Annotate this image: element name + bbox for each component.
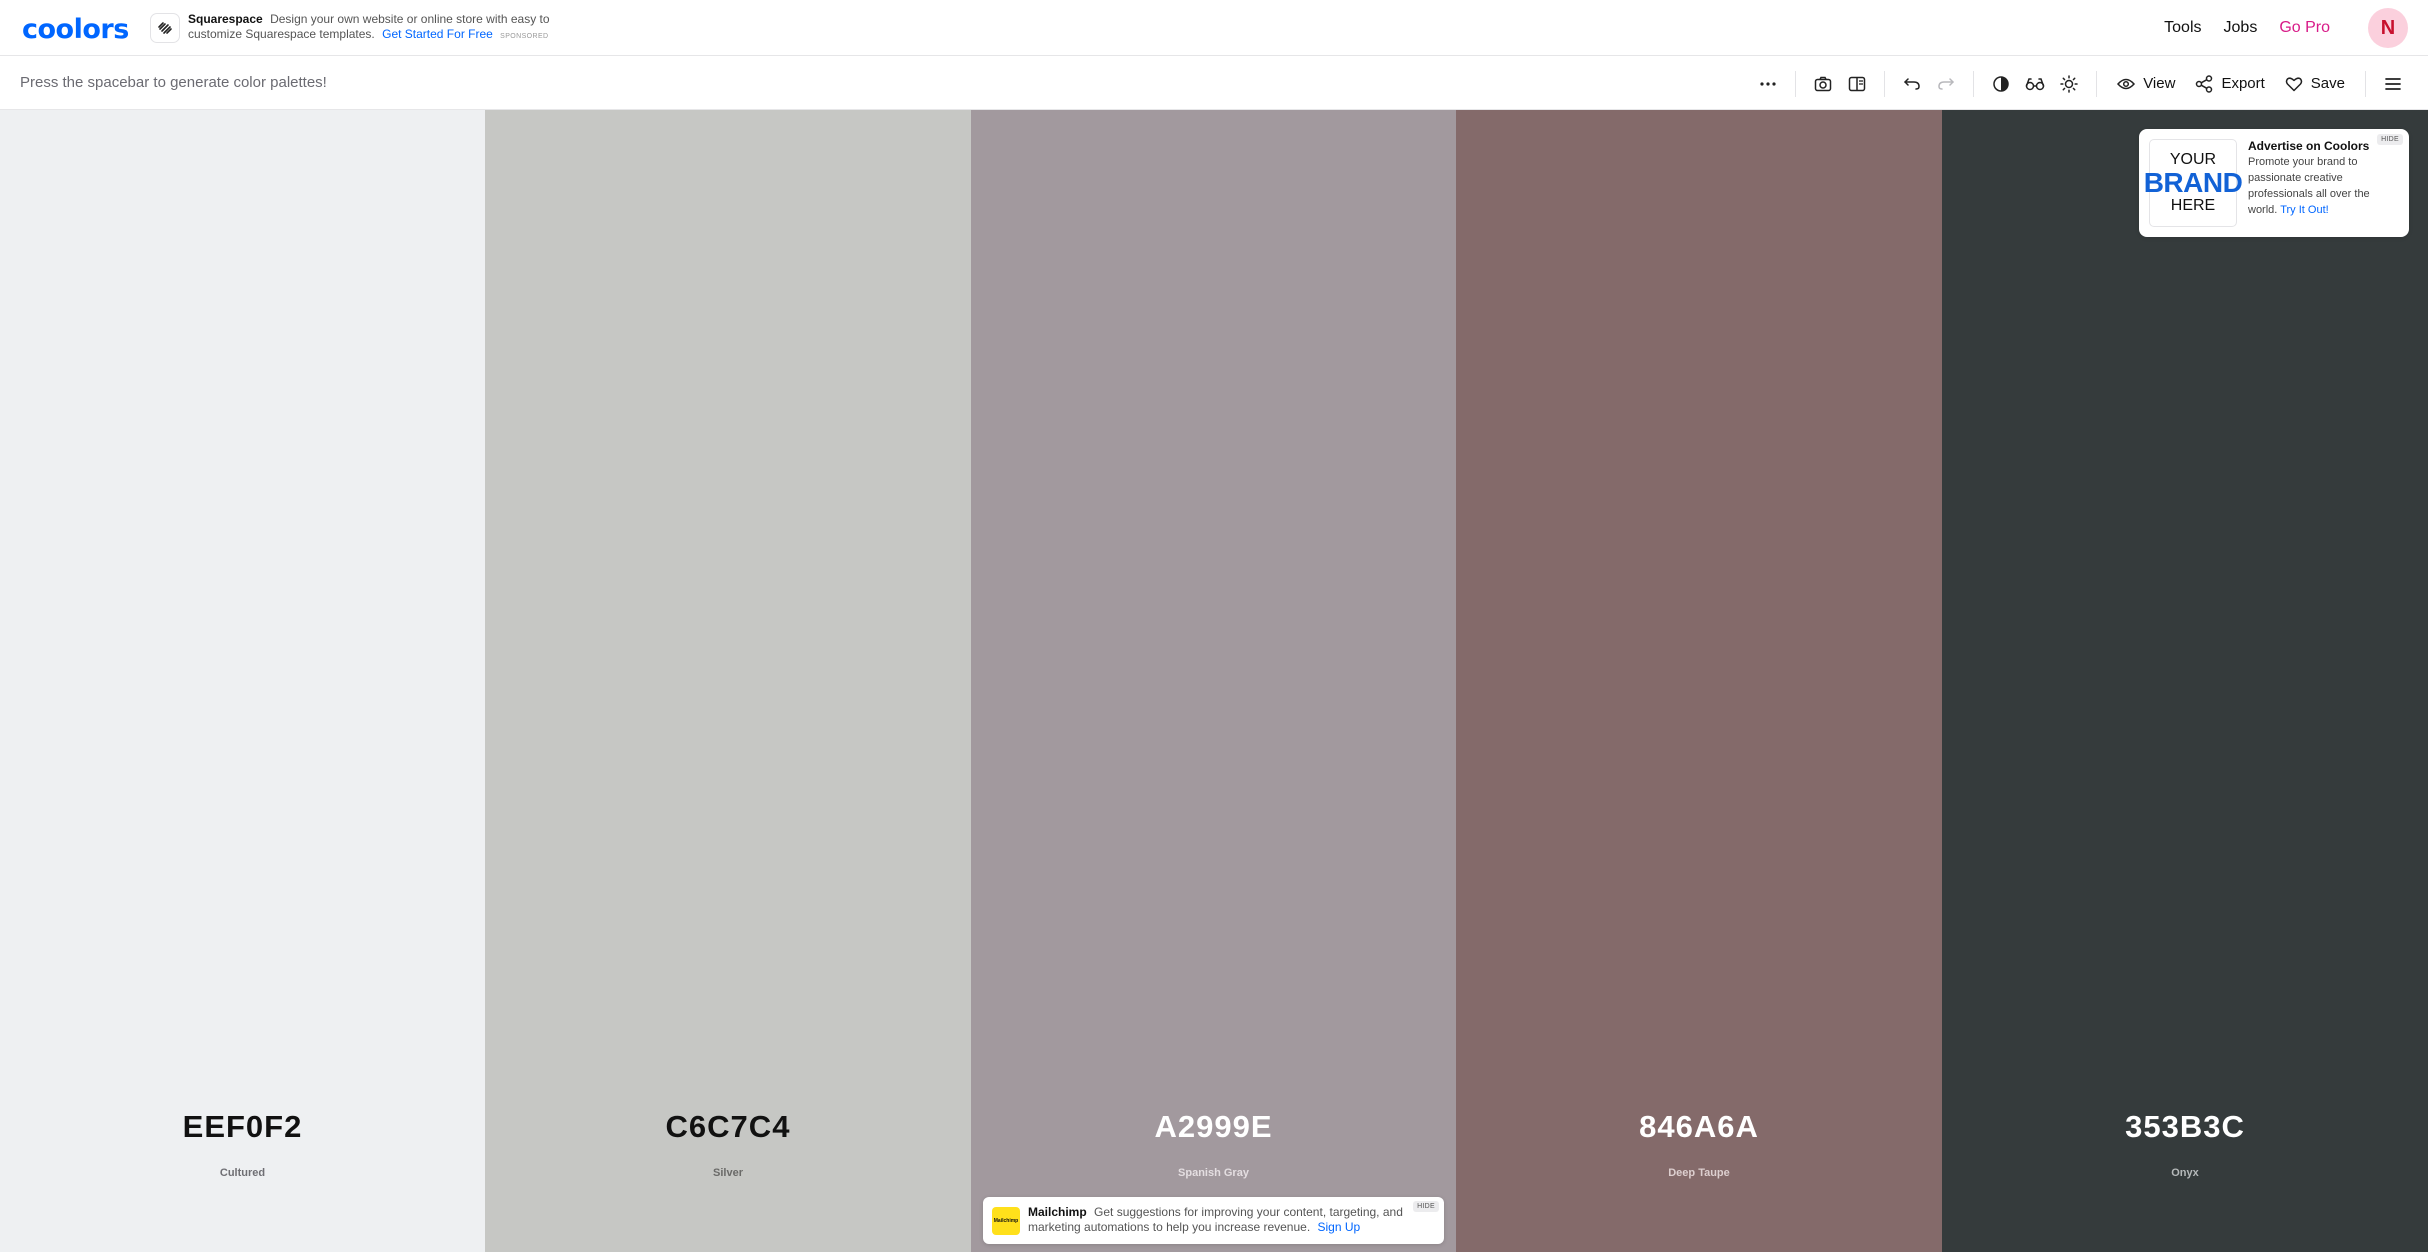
swatch-hex-code[interactable]: EEF0F2 [0,1109,485,1145]
swatch-hex-code[interactable]: 846A6A [1456,1109,1942,1145]
sponsor-name: Squarespace [188,12,263,26]
toolbar-divider [1795,70,1797,97]
contrast-icon [1993,75,2009,92]
heart-icon [2285,76,2303,91]
more-dots-icon [1760,81,1776,86]
sponsor-ad[interactable]: Squarespace Design your own website or o… [150,12,588,44]
save-button[interactable]: Save [2275,67,2355,101]
swatch-hex-code[interactable]: 353B3C [1942,1109,2428,1145]
save-label: Save [2310,75,2345,92]
toolbar-divider [1884,70,1886,97]
palette-layout-button[interactable] [1840,67,1874,101]
coolors-logo[interactable]: coolors [22,14,129,45]
your-brand-here-image: YOUR BRAND HERE [2144,139,2243,227]
view-label: View [2143,75,2176,92]
advertise-card[interactable]: YOUR BRAND HERE Advertise on Coolors Pro… [2139,129,2409,237]
bottom-ad-copy: Mailchimp Get suggestions for improving … [1028,1205,1408,1235]
swatch-color-name[interactable]: Cultured [0,1167,485,1179]
sponsored-tag: SPONSORED [500,33,549,40]
swatch-hex-code[interactable]: C6C7C4 [485,1109,971,1145]
hide-ad-button[interactable]: HIDE [2377,134,2403,145]
swatch-color-name[interactable]: Silver [485,1167,971,1179]
bottom-ad-banner[interactable]: Mailchimp Mailchimp Get suggestions for … [983,1197,1444,1244]
ad-thumb-line-3: HERE [2170,197,2216,214]
toolbar-actions: View Export Save [1751,57,2410,110]
swatch-color-name[interactable]: Onyx [1942,1167,2428,1179]
color-swatch[interactable]: C6C7C4 Silver [485,110,971,1252]
color-swatch[interactable]: 846A6A Deep Taupe [1456,110,1942,1252]
sponsor-cta-link[interactable]: Get Started For Free [382,27,493,41]
hamburger-menu-icon [2385,77,2401,90]
glasses-icon [2025,77,2045,90]
eye-icon [2117,78,2136,89]
redo-icon [1938,77,1954,90]
color-swatch[interactable]: EEF0F2 Cultured [0,110,485,1252]
undo-button[interactable] [1895,67,1929,101]
undo-icon [1904,77,1920,90]
bottom-ad-cta-link[interactable]: Sign Up [1318,1220,1361,1234]
camera-icon [1814,76,1832,91]
layout-columns-icon [1848,76,1866,91]
color-swatch[interactable]: A2999E Spanish Gray [971,110,1456,1252]
toolbar-divider [1973,70,1975,97]
bottom-ad-name: Mailchimp [1028,1205,1087,1219]
toolbar-divider [2365,70,2366,97]
color-blindness-button[interactable] [2018,67,2052,101]
camera-button[interactable] [1806,67,1840,101]
swatch-color-name[interactable]: Deep Taupe [1456,1167,1942,1179]
nav-tools[interactable]: Tools [2164,19,2201,37]
hide-bottom-ad-button[interactable]: HIDE [1413,1201,1439,1212]
export-label: Export [2221,75,2265,92]
sun-icon [2060,74,2078,93]
redo-button[interactable] [1929,67,1963,101]
generator-toolbar: Press the spacebar to generate color pal… [0,57,2428,110]
advertise-cta-link[interactable]: Try It Out! [2280,204,2329,216]
nav-go-pro[interactable]: Go Pro [2279,19,2330,37]
nav-jobs[interactable]: Jobs [2224,19,2258,37]
export-button[interactable]: Export [2185,67,2274,101]
mailchimp-logo: Mailchimp [992,1207,1020,1235]
more-options-button[interactable] [1751,67,1785,101]
share-icon [2196,74,2213,93]
ad-thumb-line-2: BRAND [2143,167,2243,198]
sponsor-copy: Squarespace Design your own website or o… [188,12,588,44]
color-swatch[interactable]: 353B3C Onyx [1942,110,2428,1252]
spacebar-hint: Press the spacebar to generate color pal… [20,74,327,91]
color-palette: EEF0F2 Cultured C6C7C4 Silver A2999E Spa… [0,110,2428,1252]
top-nav: Tools Jobs Go Pro N [2164,8,2408,48]
adjust-brightness-button[interactable] [2052,67,2086,101]
swatch-color-name[interactable]: Spanish Gray [971,1167,1456,1179]
view-button[interactable]: View [2107,67,2185,101]
squarespace-logo-icon [150,13,180,43]
swatch-hex-code[interactable]: A2999E [971,1109,1456,1145]
toolbar-divider [2096,70,2098,97]
user-avatar[interactable]: N [2368,8,2408,48]
main-menu-button[interactable] [2376,67,2410,101]
top-header: coolors Squarespace Design your own webs… [0,0,2428,56]
contrast-button[interactable] [1984,67,2018,101]
advertise-title: Advertise on Coolors [2248,139,2370,153]
advertise-copy: Advertise on Coolors Promote your brand … [2248,138,2398,218]
